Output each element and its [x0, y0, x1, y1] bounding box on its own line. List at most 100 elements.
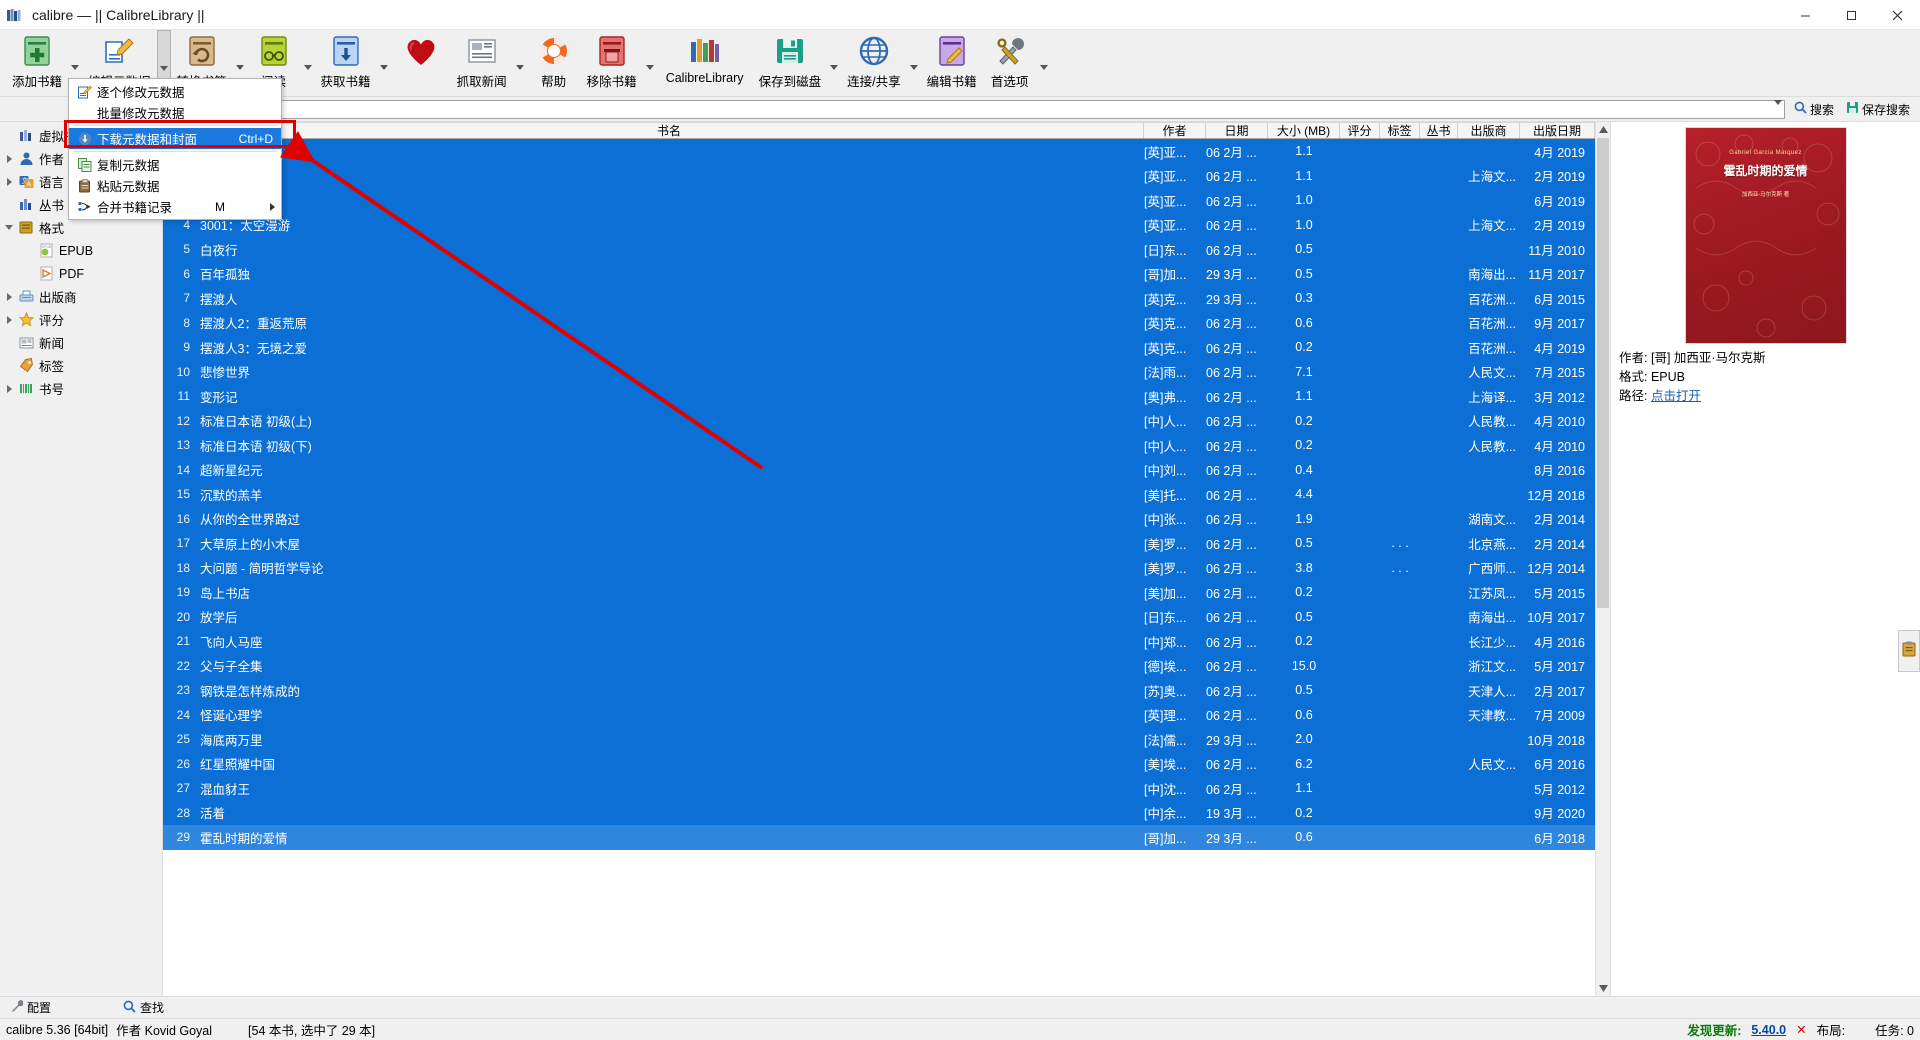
- save-search-button[interactable]: 保存搜索: [1840, 101, 1916, 118]
- quickview-side-tab[interactable]: [1898, 630, 1920, 672]
- cell-tags: . . .: [1380, 561, 1420, 575]
- get-book-dropdown-arrow[interactable]: [377, 30, 391, 90]
- table-row[interactable]: [英]亚...06 2月 ...1.06月 2019: [163, 188, 1595, 213]
- table-row[interactable]: 29霍乱时期的爱情[哥]加...29 3月 ...0.66月 2018: [163, 825, 1595, 850]
- sidebar-item-5[interactable]: EPUBEPUB: [0, 239, 162, 262]
- sidebar-item-9[interactable]: 新闻: [0, 331, 162, 354]
- toolbar-favorites[interactable]: [391, 30, 451, 71]
- sidebar-item-7[interactable]: 出版商: [0, 285, 162, 308]
- chevron-down-icon[interactable]: [2, 225, 16, 230]
- menu-item-2[interactable]: 下载元数据和封面Ctrl+D: [69, 128, 281, 149]
- cell-pub: 浙江文...: [1458, 656, 1520, 675]
- table-row[interactable]: 43001：太空漫游[英]亚...06 2月 ...1.0上海文...2月 20…: [163, 213, 1595, 238]
- column-header-pub[interactable]: 出版商: [1458, 123, 1520, 138]
- toolbar-connect-share[interactable]: 连接/共享: [841, 30, 906, 90]
- save-to-disk-dropdown-arrow[interactable]: [827, 30, 841, 90]
- cell-tags: . . .: [1380, 536, 1420, 550]
- scroll-down-arrow[interactable]: [1596, 981, 1610, 996]
- close-button[interactable]: [1874, 0, 1920, 30]
- table-row[interactable]: 16从你的全世界路过[中]张...06 2月 ...1.9湖南文...2月 20…: [163, 507, 1595, 532]
- table-row[interactable]: 28活着[中]余...19 3月 ...0.29月 2020: [163, 801, 1595, 826]
- chevron-right-icon[interactable]: [2, 385, 16, 393]
- table-row[interactable]: 11变形记[奥]弗...06 2月 ...1.1上海译...3月 2012: [163, 384, 1595, 409]
- column-header-rating[interactable]: 评分: [1340, 123, 1380, 138]
- chevron-right-icon[interactable]: [2, 178, 16, 186]
- column-header-date[interactable]: 日期: [1206, 123, 1268, 138]
- layout-label[interactable]: 布局:: [1817, 1020, 1845, 1039]
- table-row[interactable]: 22父与子全集[德]埃...06 2月 ...15.0浙江文...5月 2017: [163, 654, 1595, 679]
- book-cover[interactable]: Gabriel Garcia Marquez 霍乱时期的爱情 加西亚·马尔克斯 …: [1686, 128, 1846, 343]
- menu-item-3[interactable]: 复制元数据: [69, 154, 281, 175]
- column-header-author[interactable]: 作者: [1144, 123, 1206, 138]
- sidebar-item-8[interactable]: 评分: [0, 308, 162, 331]
- menu-item-5[interactable]: 合并书籍记录M: [69, 196, 281, 217]
- book-list-scrollbar[interactable]: [1595, 122, 1610, 996]
- menu-item-1[interactable]: 批量修改元数据: [69, 102, 281, 123]
- column-header-title[interactable]: 书名: [195, 123, 1144, 138]
- read-dropdown-arrow[interactable]: [301, 30, 315, 90]
- column-header-size[interactable]: 大小 (MB): [1268, 123, 1340, 138]
- table-row[interactable]: 26红星照耀中国[美]埃...06 2月 ...6.2人民文...6月 2016: [163, 752, 1595, 777]
- search-button[interactable]: 搜索: [1788, 101, 1840, 118]
- find-button[interactable]: 查找: [113, 999, 174, 1016]
- preferences-dropdown-arrow[interactable]: [1037, 30, 1051, 90]
- toolbar-library[interactable]: CalibreLibrary: [657, 30, 753, 85]
- table-row[interactable]: 19岛上书店[美]加...06 2月 ...0.2江苏凤...5月 2015: [163, 580, 1595, 605]
- table-row[interactable]: 24怪诞心理学[英]理...06 2月 ...0.6天津教...7月 2009: [163, 703, 1595, 728]
- menu-item-4[interactable]: 粘贴元数据: [69, 175, 281, 196]
- scrollbar-thumb[interactable]: [1597, 138, 1609, 608]
- table-row[interactable]: [英]亚...06 2月 ...1.1上海文...2月 2019: [163, 164, 1595, 189]
- chevron-right-icon[interactable]: [2, 293, 16, 301]
- table-row[interactable]: 7摆渡人[英]克...29 3月 ...0.3百花洲...6月 2015: [163, 286, 1595, 311]
- table-row[interactable]: 13标准日本语 初级(下)[中]人...06 2月 ...0.2人民教...4月…: [163, 433, 1595, 458]
- table-row[interactable]: 6百年孤独[哥]加...29 3月 ...0.5南海出...11月 2017: [163, 262, 1595, 287]
- toolbar-preferences[interactable]: 首选项: [983, 30, 1037, 90]
- table-row[interactable]: 17大草原上的小木屋[美]罗...06 2月 ...0.5. . .北京燕...…: [163, 531, 1595, 556]
- toolbar-fetch-news[interactable]: 抓取新闻: [451, 30, 513, 90]
- sidebar-item-11[interactable]: 书号: [0, 377, 162, 400]
- metadata-value[interactable]: 点击打开: [1651, 389, 1701, 403]
- scroll-up-arrow[interactable]: [1596, 122, 1610, 137]
- table-row[interactable]: 8摆渡人2：重返荒原[英]克...06 2月 ...0.6百花洲...9月 20…: [163, 311, 1595, 336]
- column-header-tags[interactable]: 标签: [1380, 123, 1420, 138]
- table-row[interactable]: 25海底两万里[法]儒...29 3月 ...2.010月 2018: [163, 727, 1595, 752]
- table-row[interactable]: 10悲惨世界[法]雨...06 2月 ...7.1人民文...7月 2015: [163, 360, 1595, 385]
- remove-book-dropdown-arrow[interactable]: [643, 30, 657, 90]
- table-row[interactable]: [英]亚...06 2月 ...1.14月 2019: [163, 139, 1595, 164]
- toolbar-add-book[interactable]: 添加书籍: [6, 30, 68, 90]
- connect-share-dropdown-arrow[interactable]: [907, 30, 921, 90]
- sidebar-item-10[interactable]: 标签: [0, 354, 162, 377]
- cell-size: 6.2: [1268, 757, 1340, 771]
- jobs-label[interactable]: 任务: 0: [1875, 1020, 1914, 1039]
- toolbar-get-book[interactable]: 获取书籍: [315, 30, 377, 90]
- table-row[interactable]: 18大问题 - 简明哲学导论[美]罗...06 2月 ...3.8. . .广西…: [163, 556, 1595, 581]
- table-row[interactable]: 20放学后[日]东...06 2月 ...0.5南海出...10月 2017: [163, 605, 1595, 630]
- menu-item-0[interactable]: 逐个修改元数据: [69, 81, 281, 102]
- table-row[interactable]: 9摆渡人3：无境之爱[英]克...06 2月 ...0.2百花洲...4月 20…: [163, 335, 1595, 360]
- column-header-pubdate[interactable]: 出版日期: [1520, 123, 1595, 138]
- sidebar-item-6[interactable]: PDF: [0, 262, 162, 285]
- search-input[interactable]: 示): [170, 100, 1785, 119]
- toolbar-edit-book[interactable]: 编辑书籍: [921, 30, 983, 90]
- table-row[interactable]: 14超新星纪元[中]刘...06 2月 ...0.48月 2016: [163, 458, 1595, 483]
- search-history-dropdown-icon[interactable]: [1774, 105, 1782, 123]
- configure-button[interactable]: 配置: [0, 999, 61, 1016]
- close-x-icon[interactable]: ✕: [1796, 1022, 1806, 1037]
- table-row[interactable]: 21飞向人马座[中]郑...06 2月 ...0.2长江少...4月 2016: [163, 629, 1595, 654]
- toolbar-help[interactable]: 帮助: [527, 30, 581, 90]
- fetch-news-dropdown-arrow[interactable]: [513, 30, 527, 90]
- table-row[interactable]: 23钢铁是怎样炼成的[苏]奥...06 2月 ...0.5天津人...2月 20…: [163, 678, 1595, 703]
- chevron-right-icon[interactable]: [2, 155, 16, 163]
- minimize-button[interactable]: [1782, 0, 1828, 30]
- table-row[interactable]: 15沉默的羔羊[美]托...06 2月 ...4.412月 2018: [163, 482, 1595, 507]
- column-header-series[interactable]: 丛书: [1420, 123, 1458, 138]
- maximize-button[interactable]: [1828, 0, 1874, 30]
- cell-title: 海底两万里: [195, 730, 1144, 749]
- table-row[interactable]: 12标准日本语 初级(上)[中]人...06 2月 ...0.2人民教...4月…: [163, 409, 1595, 434]
- table-row[interactable]: 5白夜行[日]东...06 2月 ...0.511月 2010: [163, 237, 1595, 262]
- toolbar-remove-book[interactable]: 移除书籍: [581, 30, 643, 90]
- toolbar-save-to-disk[interactable]: 保存到磁盘: [753, 30, 828, 90]
- update-version-link[interactable]: 5.40.0: [1751, 1023, 1786, 1037]
- chevron-right-icon[interactable]: [2, 316, 16, 324]
- table-row[interactable]: 27混血豺王[中]沈...06 2月 ...1.15月 2012: [163, 776, 1595, 801]
